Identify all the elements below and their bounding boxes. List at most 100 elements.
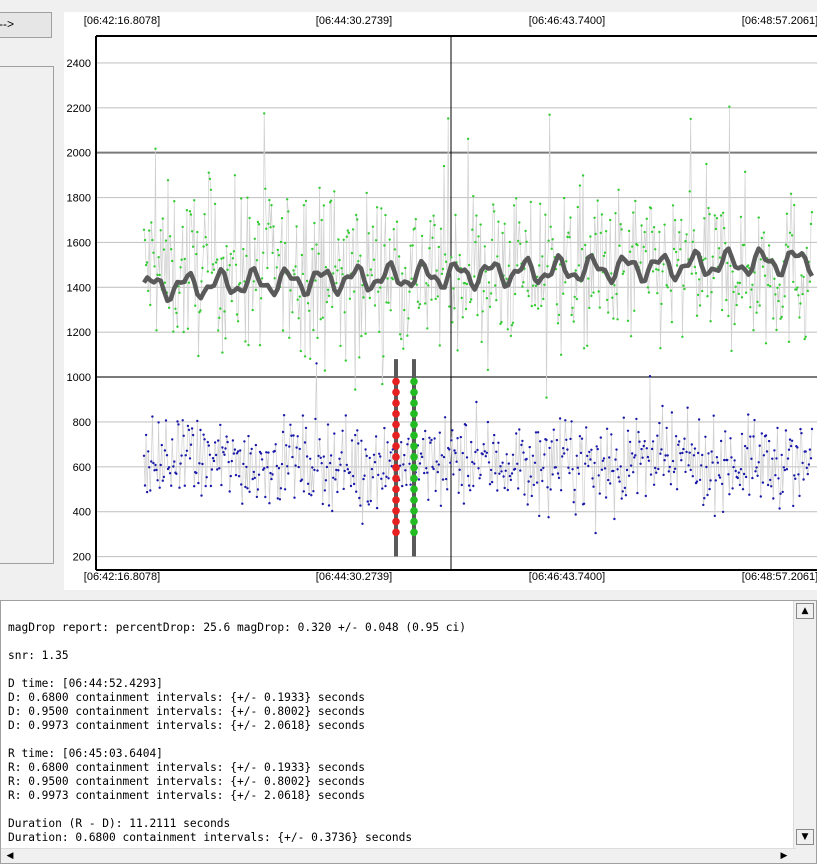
r-marker-dot [410, 420, 418, 429]
target-star-point [254, 288, 258, 292]
target-star-point [802, 275, 805, 279]
target-star-point [678, 231, 681, 234]
comparison-star-point [586, 454, 589, 458]
target-star-point [432, 214, 435, 217]
target-star-point [516, 264, 519, 267]
scroll-left-button[interactable]: ◀ [3, 850, 17, 862]
target-star-point [287, 210, 290, 213]
target-star-point [530, 304, 533, 308]
scroll-right-button[interactable]: ▶ [777, 850, 791, 862]
target-star-point [150, 221, 153, 224]
comparison-star-point [761, 481, 765, 484]
r-marker-dot [410, 410, 418, 418]
target-star-point [318, 186, 321, 189]
comparison-star-point [270, 477, 273, 481]
target-star-point [470, 298, 473, 301]
comparison-star-point [403, 453, 406, 457]
target-star-point [384, 213, 387, 217]
comparison-star-point [807, 463, 811, 466]
comparison-star-point [732, 465, 735, 469]
comparison-star-point [624, 494, 628, 497]
comparison-star-point [369, 499, 372, 503]
y-tick-label: 1000 [67, 372, 91, 384]
target-star-point [778, 283, 781, 286]
comparison-star-point [234, 473, 238, 477]
target-star-point [597, 290, 600, 293]
target-star-point [503, 222, 506, 225]
target-star-point [340, 267, 343, 270]
r-marker-dot [410, 442, 418, 450]
comparison-star-point [157, 421, 160, 424]
comparison-star-point [760, 432, 763, 435]
comparison-star-point [714, 479, 717, 482]
target-star-point [351, 228, 355, 231]
target-star-point [609, 218, 612, 222]
target-star-point [304, 199, 308, 203]
vertical-scrollbar[interactable]: ▲ ▼ [793, 601, 816, 863]
horizontal-scrollbar[interactable]: ◀ ▶ [1, 848, 796, 863]
comparison-star-point [388, 459, 391, 462]
forward-button[interactable]: --> [0, 12, 52, 38]
target-star-point [760, 236, 763, 240]
target-star-point [679, 248, 682, 251]
target-star-point [756, 300, 759, 304]
target-star-point [157, 256, 160, 259]
comparison-star-point [771, 457, 774, 460]
comparison-star-point [508, 474, 512, 478]
left-side-panel [0, 66, 54, 564]
comparison-star-point [542, 466, 545, 470]
comparison-star-point [275, 464, 278, 468]
target-star-point [559, 353, 563, 356]
target-star-point [382, 355, 385, 358]
comparison-star-point [777, 477, 780, 480]
target-star-point [759, 258, 762, 261]
comparison-star-point [382, 472, 385, 475]
comparison-star-point [750, 457, 753, 460]
target-star-point [737, 292, 740, 296]
comparison-star-point [477, 467, 480, 470]
target-star-point [685, 233, 688, 236]
target-star-point [407, 317, 410, 320]
target-star-point [584, 243, 587, 247]
comparison-star-point [302, 490, 306, 493]
target-star-point [321, 316, 324, 319]
comparison-star-point [315, 362, 318, 365]
target-star-point [656, 292, 659, 295]
comparison-star-point [719, 439, 723, 443]
comparison-star-point [754, 470, 757, 473]
comparison-star-point [783, 468, 786, 472]
scroll-up-button[interactable]: ▲ [796, 603, 814, 619]
target-star-point [776, 286, 779, 289]
comparison-star-point [444, 477, 448, 481]
target-star-point [758, 304, 761, 307]
comparison-star-point [409, 483, 412, 486]
comparison-star-point [767, 439, 771, 443]
d-marker-dot [392, 399, 400, 407]
light-curve-plot[interactable]: 200 400 600 800 1000 1200 1400 1600 1800 2000 2200… [64, 12, 817, 590]
comparison-star-point [378, 452, 381, 455]
comparison-star-point [217, 439, 220, 442]
target-star-point [744, 291, 748, 294]
comparison-star-point [196, 419, 199, 423]
target-star-point [257, 223, 261, 226]
target-star-point [266, 266, 269, 270]
comparison-star-point [599, 436, 602, 439]
target-star-point [265, 227, 268, 230]
comparison-star-point [643, 440, 646, 443]
comparison-star-point [247, 434, 250, 438]
target-star-point [175, 311, 178, 315]
target-star-point [477, 235, 480, 238]
comparison-star-point [417, 478, 421, 481]
comparison-star-point [449, 461, 452, 464]
comparison-star-point [596, 447, 599, 451]
target-star-point [500, 320, 503, 324]
comparison-star-point [494, 472, 497, 475]
comparison-star-point [758, 444, 761, 447]
target-star-point [149, 303, 152, 307]
comparison-star-point [471, 460, 474, 464]
target-star-point [200, 280, 203, 283]
target-star-point [766, 283, 770, 287]
scroll-down-button[interactable]: ▼ [796, 829, 814, 845]
comparison-star-point [668, 465, 671, 469]
target-star-point [225, 245, 228, 248]
